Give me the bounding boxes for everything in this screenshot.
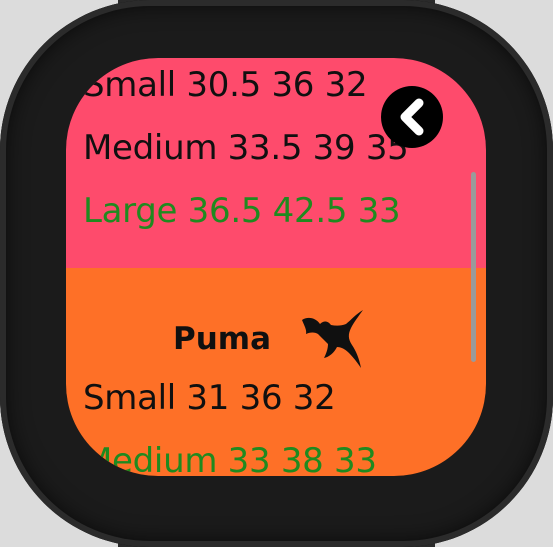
size-row-small: Small 31 36 32 [83, 378, 336, 418]
puma-logo-icon [302, 310, 363, 368]
size-row-large: Large 36.5 42.5 33 [83, 191, 401, 231]
size-row-small: Small 30.5 36 32 [83, 65, 368, 105]
size-row-medium: Medium 33 38 33 [83, 441, 377, 476]
size-card-puma[interactable]: Puma Small 31 36 32 Medium 33 38 33 [66, 268, 486, 476]
watch-stage: Small 30.5 36 32 Medium 33.5 39 35 Large… [0, 0, 553, 547]
chevron-left-icon [400, 98, 424, 136]
scrollbar[interactable] [471, 172, 476, 362]
watch-body: Small 30.5 36 32 Medium 33.5 39 35 Large… [0, 0, 553, 547]
brand-name: Puma [173, 321, 272, 357]
back-button[interactable] [381, 86, 443, 148]
size-row-medium: Medium 33.5 39 35 [83, 128, 409, 168]
